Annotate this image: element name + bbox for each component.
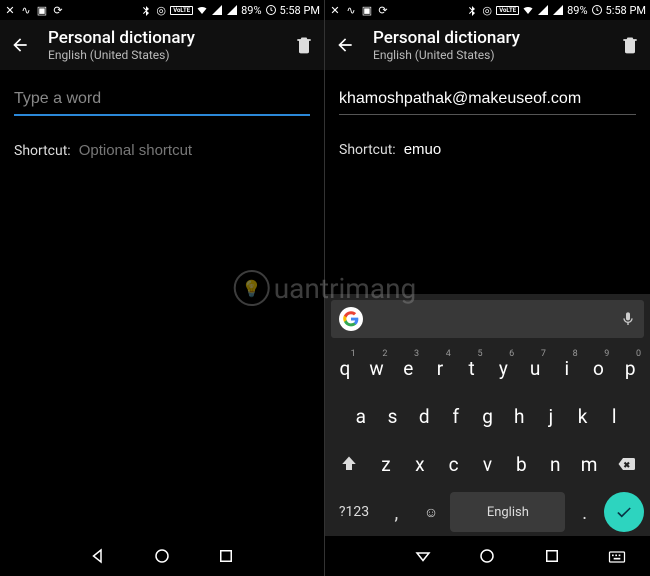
key-h[interactable]: h — [505, 396, 533, 436]
wifi-icon — [196, 4, 208, 16]
key-m[interactable]: m — [574, 444, 604, 484]
screen-right: ✕ ∿ ▣ ⟳ ◎ VoLTE 89% 5:58 PM — [325, 0, 650, 576]
signal-icon — [552, 4, 564, 16]
nav-home[interactable] — [153, 547, 171, 565]
nav-recent[interactable] — [217, 547, 235, 565]
key-x[interactable]: x — [405, 444, 435, 484]
key-z[interactable]: z — [371, 444, 401, 484]
key-p[interactable]: p0 — [616, 348, 644, 388]
space-key[interactable]: English — [450, 492, 565, 532]
delete-button[interactable] — [294, 35, 314, 55]
key-n[interactable]: n — [540, 444, 570, 484]
key-r[interactable]: r4 — [426, 348, 454, 388]
key-l[interactable]: l — [600, 396, 628, 436]
key-a[interactable]: a — [347, 396, 375, 436]
keyboard-switch-icon[interactable] — [607, 547, 627, 565]
screen-left: ✕ ∿ ▣ ⟳ ◎ VoLTE 89% 5:58 PM — [0, 0, 325, 576]
key-f[interactable]: f — [442, 396, 470, 436]
enter-key[interactable] — [604, 492, 644, 532]
status-bar: ✕ ∿ ▣ ⟳ ◎ VoLTE 89% 5:58 PM — [0, 0, 324, 20]
page-subtitle: English (United States) — [48, 48, 276, 62]
back-button[interactable] — [10, 35, 30, 55]
key-g[interactable]: g — [474, 396, 502, 436]
toolbar: Personal dictionary English (United Stat… — [0, 20, 324, 70]
keyboard: q1w2e3r4t5y6u7i8o9p0 asdfghjkl zxcvbnm ?… — [325, 294, 650, 536]
period-key[interactable]: . — [569, 492, 600, 532]
nfc-icon: ◎ — [155, 4, 167, 16]
volte-badge: VoLTE — [496, 6, 519, 15]
battery-text: 89% — [241, 4, 261, 17]
key-i[interactable]: i8 — [553, 348, 581, 388]
nav-bar — [325, 536, 650, 576]
nav-back[interactable] — [89, 547, 107, 565]
key-s[interactable]: s — [379, 396, 407, 436]
key-j[interactable]: j — [537, 396, 565, 436]
shift-key[interactable] — [331, 444, 367, 484]
battery-text: 89% — [567, 4, 587, 17]
bluetooth-icon — [466, 4, 478, 16]
signal-icon — [211, 4, 223, 16]
clock-text: 5:58 PM — [280, 4, 320, 17]
key-v[interactable]: v — [473, 444, 503, 484]
backspace-key[interactable] — [608, 444, 644, 484]
symbols-key[interactable]: ?123 — [331, 492, 377, 532]
nav-home[interactable] — [478, 547, 496, 565]
status-icon: ✕ — [4, 4, 16, 16]
delete-button[interactable] — [620, 35, 640, 55]
page-title: Personal dictionary — [48, 28, 276, 48]
content-area: Shortcut: — [0, 70, 324, 163]
signal-icon — [226, 4, 238, 16]
page-title: Personal dictionary — [373, 28, 602, 48]
shortcut-input[interactable] — [404, 137, 636, 162]
volte-badge: VoLTE — [170, 6, 193, 15]
shortcut-input[interactable] — [79, 138, 310, 163]
key-u[interactable]: u7 — [521, 348, 549, 388]
key-o[interactable]: o9 — [585, 348, 613, 388]
key-d[interactable]: d — [410, 396, 438, 436]
content-area: Shortcut: — [325, 70, 650, 162]
sync-icon: ⟳ — [377, 4, 389, 16]
word-input[interactable] — [339, 84, 636, 115]
back-button[interactable] — [335, 35, 355, 55]
sync-icon: ⟳ — [52, 4, 64, 16]
key-e[interactable]: e3 — [394, 348, 422, 388]
key-q[interactable]: q1 — [331, 348, 359, 388]
signal-icon — [537, 4, 549, 16]
shortcut-label: Shortcut: — [339, 142, 396, 158]
status-bar: ✕ ∿ ▣ ⟳ ◎ VoLTE 89% 5:58 PM — [325, 0, 650, 20]
emoji-key[interactable]: ☺ — [416, 492, 447, 532]
battery-icon — [591, 4, 603, 16]
nfc-icon: ◎ — [481, 4, 493, 16]
wifi-icon — [522, 4, 534, 16]
image-icon: ▣ — [361, 4, 373, 16]
toolbar: Personal dictionary English (United Stat… — [325, 20, 650, 70]
clock-text: 5:58 PM — [606, 4, 646, 17]
status-icon: ✕ — [329, 4, 341, 16]
nav-back[interactable] — [414, 547, 432, 565]
suggestion-bar[interactable] — [331, 300, 644, 338]
battery-icon — [265, 4, 277, 16]
key-w[interactable]: w2 — [363, 348, 391, 388]
mic-icon[interactable] — [620, 311, 636, 327]
word-input[interactable] — [14, 84, 310, 116]
status-icon: ∿ — [345, 4, 357, 16]
comma-key[interactable]: , — [381, 492, 412, 532]
page-subtitle: English (United States) — [373, 48, 602, 62]
image-icon: ▣ — [36, 4, 48, 16]
bluetooth-icon — [140, 4, 152, 16]
status-icon: ∿ — [20, 4, 32, 16]
key-t[interactable]: t5 — [458, 348, 486, 388]
key-b[interactable]: b — [506, 444, 536, 484]
nav-recent[interactable] — [543, 547, 561, 565]
key-c[interactable]: c — [439, 444, 469, 484]
key-k[interactable]: k — [569, 396, 597, 436]
nav-bar — [0, 536, 324, 576]
shortcut-label: Shortcut: — [14, 143, 71, 159]
google-icon[interactable] — [339, 307, 363, 331]
key-y[interactable]: y6 — [490, 348, 518, 388]
